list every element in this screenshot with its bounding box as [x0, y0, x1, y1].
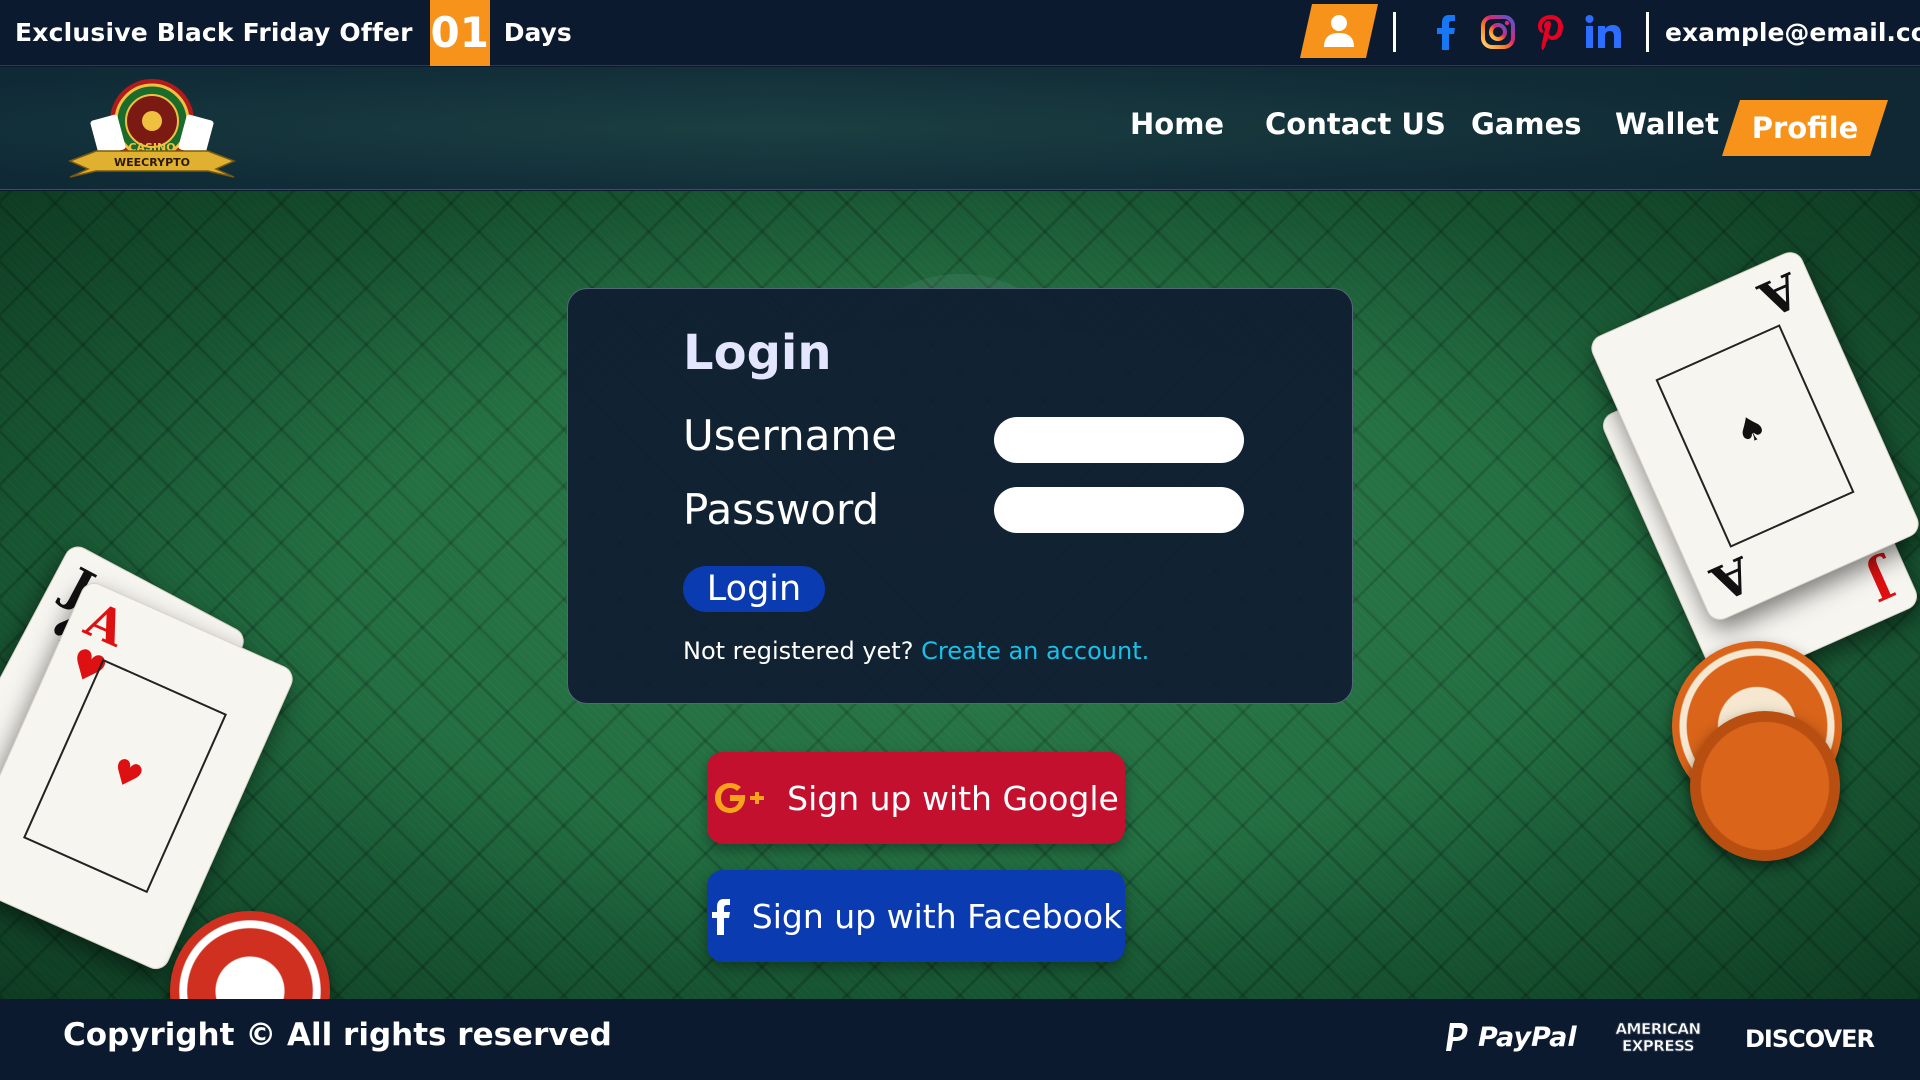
topbar-divider	[1393, 12, 1396, 52]
login-panel: Login Username Password Login Not regist…	[567, 288, 1353, 704]
user-icon	[1322, 13, 1356, 49]
google-plus-icon	[715, 783, 765, 813]
instagram-icon[interactable]	[1480, 12, 1516, 52]
offer-unit: Days	[503, 18, 572, 47]
paypal-icon	[1446, 1023, 1468, 1051]
discover-logo: DISCOVER	[1745, 1025, 1875, 1053]
register-prompt: Not registered yet? Create an account.	[683, 637, 1149, 665]
top-bar: Exclusive Black Friday Offer 01 Days exa…	[0, 0, 1920, 66]
copyright-text: Copyright © All rights reserved	[63, 1017, 612, 1053]
nav-wallet[interactable]: Wallet	[1615, 107, 1719, 141]
username-label: Username	[683, 411, 898, 460]
pinterest-icon[interactable]	[1532, 12, 1568, 52]
facebook-icon[interactable]	[1428, 12, 1464, 52]
facebook-signup-label: Sign up with Facebook	[751, 896, 1123, 936]
password-label: Password	[683, 485, 880, 534]
paypal-logo: PayPal	[1444, 1021, 1577, 1053]
not-registered-text: Not registered yet?	[683, 637, 914, 665]
footer: Copyright © All rights reserved PayPal A…	[0, 999, 1920, 1080]
username-input[interactable]	[994, 417, 1244, 463]
nav-profile-label: Profile	[1751, 111, 1859, 145]
google-signup-button[interactable]: Sign up with Google	[707, 752, 1125, 844]
social-links	[1428, 12, 1624, 52]
weecrypto-roulette-logo[interactable]: CASINO WEECRYPTO	[66, 75, 238, 183]
password-input[interactable]	[994, 487, 1244, 533]
nav-home[interactable]: Home	[1130, 107, 1224, 141]
facebook-icon	[711, 899, 730, 935]
offer-text: Exclusive Black Friday Offer	[15, 18, 413, 47]
google-signup-label: Sign up with Google	[787, 778, 1119, 818]
american-express-logo: AMERICAN EXPRESS	[1615, 1020, 1701, 1055]
linkedin-icon[interactable]	[1584, 12, 1624, 52]
login-title: Login	[683, 325, 832, 381]
nav-profile[interactable]: Profile	[1722, 100, 1888, 156]
create-account-link[interactable]: Create an account.	[921, 637, 1149, 665]
user-account-button[interactable]	[1300, 4, 1378, 58]
casino-chip-stack	[1690, 711, 1840, 861]
casino-chip	[170, 911, 330, 999]
nav-contact-us[interactable]: Contact US	[1265, 107, 1446, 141]
topbar-divider	[1646, 12, 1649, 52]
offer-countdown: 01	[429, 0, 490, 66]
main-nav: CASINO WEECRYPTO Home Contact US Games W…	[0, 67, 1920, 190]
contact-email[interactable]: example@email.com	[1665, 18, 1920, 47]
svg-text:WEECRYPTO: WEECRYPTO	[114, 156, 190, 169]
login-button[interactable]: Login	[683, 566, 825, 612]
facebook-signup-button[interactable]: Sign up with Facebook	[707, 870, 1125, 962]
nav-games[interactable]: Games	[1471, 107, 1582, 141]
